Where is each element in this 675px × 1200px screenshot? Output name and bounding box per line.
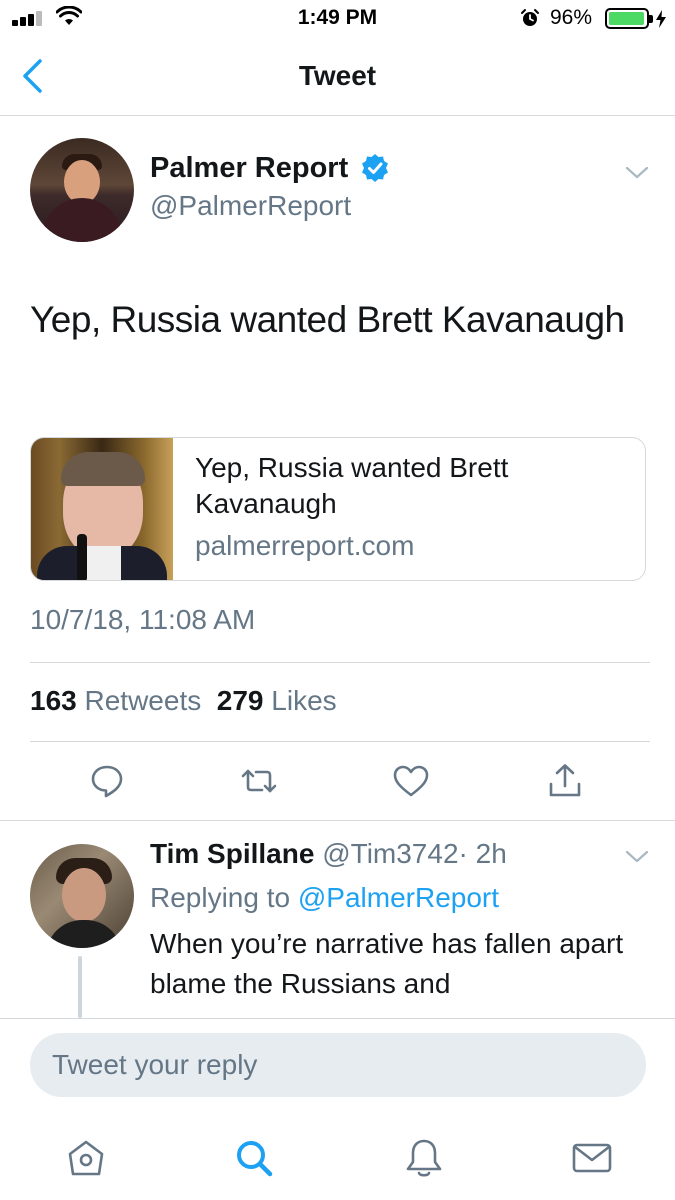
replying-handle-link[interactable]: @PalmerReport — [298, 882, 499, 913]
card-domain: palmerreport.com — [195, 530, 415, 561]
link-card[interactable]: Yep, Russia wanted Brett Kavanaugh palme… — [30, 437, 646, 581]
reply-author[interactable]: Tim Spillane @Tim3742· 2h — [150, 838, 507, 870]
thread-line — [78, 956, 82, 1018]
likes-label: Likes — [271, 685, 337, 716]
reply-handle: @Tim3742 — [322, 838, 459, 869]
like-icon[interactable] — [392, 762, 430, 800]
author-name[interactable]: Palmer Report — [150, 152, 348, 185]
section-divider — [0, 820, 675, 821]
status-bar: 1:49 PM 96% — [0, 0, 675, 38]
reply-author-name: Tim Spillane — [150, 838, 315, 869]
battery-percent: 96% — [550, 6, 593, 29]
home-icon[interactable] — [64, 1136, 108, 1180]
charging-icon — [656, 10, 666, 28]
chevron-down-icon[interactable] — [624, 164, 650, 182]
reply-icon[interactable] — [88, 762, 126, 800]
retweets-label: Retweets — [84, 685, 202, 716]
chevron-down-icon[interactable] — [624, 848, 650, 866]
card-thumbnail — [31, 438, 173, 580]
card-title: Yep, Russia wanted Brett Kavanaugh — [195, 452, 509, 519]
verified-badge-icon — [362, 154, 388, 182]
divider — [30, 741, 650, 742]
reply-age: · 2h — [458, 838, 507, 869]
likes-stat[interactable]: 279 Likes — [217, 685, 337, 716]
tweet-stats: 163 Retweets 279 Likes — [30, 685, 337, 717]
messages-icon[interactable] — [570, 1136, 614, 1180]
battery-icon — [605, 8, 653, 29]
avatar[interactable] — [30, 138, 134, 242]
retweets-stat[interactable]: 163 Retweets — [30, 685, 201, 716]
reply-input[interactable] — [30, 1033, 646, 1097]
divider — [30, 662, 650, 663]
nav-bar: Tweet — [0, 38, 675, 116]
alarm-icon — [521, 9, 539, 26]
share-icon[interactable] — [546, 762, 584, 800]
likes-count: 279 — [216, 685, 264, 716]
author-handle[interactable]: @PalmerReport — [150, 190, 351, 222]
retweet-icon[interactable] — [240, 762, 278, 800]
search-icon[interactable] — [232, 1136, 276, 1180]
reply-avatar[interactable] — [30, 844, 134, 948]
tweet-text: Yep, Russia wanted Brett Kavanaugh — [30, 299, 625, 340]
replying-to: Replying to @PalmerReport — [150, 882, 499, 914]
page-title: Tweet — [298, 60, 377, 91]
notifications-icon[interactable] — [402, 1136, 446, 1180]
reply-text: When you’re narrative has fallen apart b… — [150, 928, 624, 999]
tweet-timestamp: 10/7/18, 11:08 AM — [30, 604, 256, 635]
replying-prefix: Replying to — [150, 882, 291, 913]
retweets-count: 163 — [30, 685, 77, 716]
